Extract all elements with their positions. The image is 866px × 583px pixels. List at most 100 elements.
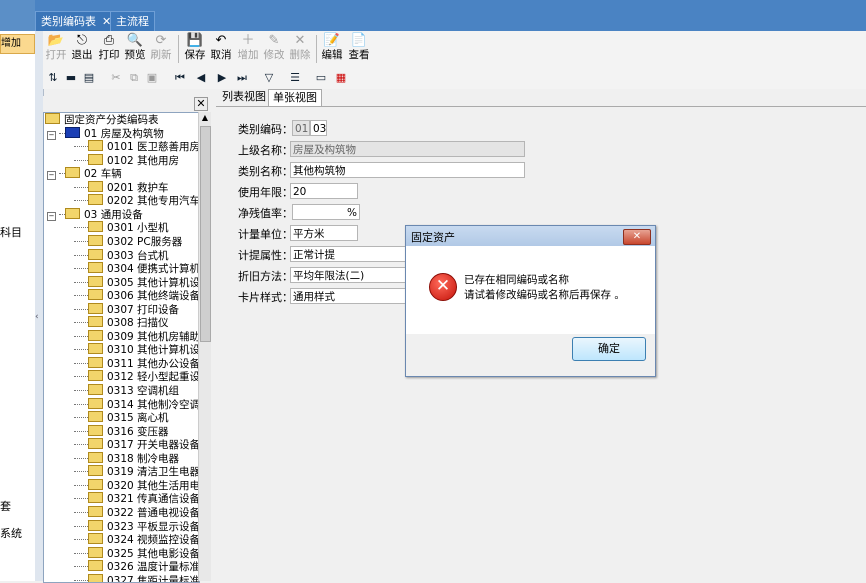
tree-item[interactable]: 0320 其他生活用电器 (74, 479, 200, 492)
code-field[interactable]: 03 (310, 120, 327, 136)
tree-item[interactable]: 0318 制冷电器 (74, 452, 179, 465)
tab-list-view[interactable]: 列表视图 (218, 89, 270, 105)
tree-item[interactable]: 0314 其他制冷空调设备 (74, 398, 200, 411)
left-nav-item-set[interactable]: 套 (0, 498, 11, 514)
accrual-select[interactable]: 正常计提 (290, 246, 410, 262)
folder-icon (88, 560, 103, 571)
list-icon[interactable]: ☰ (287, 70, 303, 86)
tree-close-icon[interactable]: ✕ (194, 97, 208, 111)
tree-item-label: 0314 其他制冷空调设备 (107, 399, 200, 411)
tree-item[interactable]: 0307 打印设备 (74, 303, 179, 316)
tree-item[interactable]: 0302 PC服务器 (74, 235, 182, 248)
tree-item[interactable]: 0304 便携式计算机 (74, 262, 199, 275)
tree-item[interactable]: 0316 变压器 (74, 425, 169, 438)
tree-item[interactable]: 0201 救护车 (74, 181, 169, 194)
delete-button[interactable]: ✕ 删除 (287, 33, 313, 65)
tree-item[interactable]: 0306 其他终端设备 (74, 289, 199, 302)
tree-item[interactable]: 0309 其他机房辅助设备 (74, 330, 199, 343)
tree-group-1[interactable]: − 02 车辆 (47, 167, 122, 180)
tree-item[interactable]: 0317 开关电器设备 (74, 438, 199, 451)
tree-item-label: 0324 视频监控设备 (107, 534, 200, 546)
exit-button[interactable]: ⎋ 退出 (69, 33, 95, 65)
tree-item[interactable]: 0102 其他用房 (74, 154, 179, 167)
tree-scrollbar[interactable]: ▲ (198, 112, 211, 581)
cut-icon[interactable]: ✂ (108, 70, 124, 86)
window-icon[interactable]: ▭ (313, 70, 329, 86)
tree-item-label: 0101 医卫慈善用房 (107, 141, 200, 153)
copy-pages-icon[interactable]: ▤ (81, 70, 97, 86)
tree-group-0[interactable]: − 01 房屋及构筑物 (47, 127, 164, 140)
tree-item[interactable]: 0303 台式机 (74, 249, 169, 262)
tree-item[interactable]: 0321 传真通信设备 (74, 492, 199, 505)
dialog-message-line1: 已存在相同编码或名称 (464, 274, 569, 286)
add-button[interactable]: ＋增加 (235, 33, 261, 65)
tree-item[interactable]: 0202 其他专用汽车 (74, 194, 199, 207)
left-nav-item-system[interactable]: 系统 (0, 525, 22, 541)
first-record-icon[interactable]: ⏮ (172, 70, 188, 86)
tree-item[interactable]: 0305 其他计算机设备 (74, 276, 199, 289)
ok-button[interactable]: 确定 (572, 337, 646, 361)
last-record-icon[interactable]: ⏭ (234, 70, 250, 86)
tree-item[interactable]: 0327 焦距计量标准 (74, 574, 199, 582)
paste-icon[interactable]: ▣ (144, 70, 160, 86)
tree-item[interactable]: 0323 平板显示设备 (74, 520, 199, 533)
previous-record-icon[interactable]: ◀ (193, 70, 209, 86)
tab-category-code-table[interactable]: 类别编码表 ✕ (35, 11, 118, 31)
scrollbar-thumb[interactable] (200, 126, 211, 342)
tree-item[interactable]: 0319 清洁卫生电器 (74, 465, 199, 478)
card-icon[interactable]: ▬ (63, 70, 79, 86)
residual-rate-field[interactable]: % (292, 204, 360, 220)
tree-expand-icon[interactable]: ⇅ (45, 70, 61, 86)
tree-item[interactable]: 0308 扫描仪 (74, 316, 169, 329)
preview-button[interactable]: 🔍 预览 (122, 33, 148, 65)
view-button[interactable]: 📄 查看 (346, 33, 372, 65)
open-button[interactable]: 📂 打开 (43, 33, 69, 65)
next-record-icon[interactable]: ▶ (214, 70, 230, 86)
parent-name-field: 房屋及构筑物 (290, 141, 525, 157)
collapse-icon[interactable]: − (47, 131, 56, 140)
tree-item[interactable]: 0310 其他计算机设备 (74, 343, 199, 356)
tab-main-flow[interactable]: 主流程 (110, 11, 155, 31)
tree-item[interactable]: 0301 小型机 (74, 221, 169, 234)
tree-group-2[interactable]: − 03 通用设备 (47, 208, 143, 221)
tree-item[interactable]: 0315 离心机 (74, 411, 169, 424)
refresh-button[interactable]: ⟳ 刷新 (148, 33, 174, 65)
service-life-field[interactable]: 20 (290, 183, 358, 199)
tree-item[interactable]: 0312 轻小型起重设备 (74, 370, 199, 383)
tree-item[interactable]: 0324 视频监控设备 (74, 533, 200, 546)
edit-button[interactable]: 📝 编辑 (319, 33, 345, 65)
filter-icon[interactable]: ▽ (261, 70, 277, 86)
cancel-button[interactable]: ↶ 取消 (208, 33, 234, 65)
save-button[interactable]: 💾 保存 (182, 33, 208, 65)
tab-card-view[interactable]: 单张视图 (268, 89, 322, 106)
folder-icon (88, 357, 103, 368)
tree-item[interactable]: 0313 空调机组 (74, 384, 179, 397)
card-style-select[interactable]: 通用样式 (290, 288, 410, 304)
tree-item[interactable]: 0311 其他办公设备 (74, 357, 199, 370)
depreciation-method-select[interactable]: 平均年限法(二) (290, 267, 410, 283)
left-nav-selected-item[interactable]: 增加 (0, 34, 35, 54)
collapse-icon[interactable]: − (47, 212, 56, 221)
tree-item[interactable]: 0322 普通电视设备 (74, 506, 199, 519)
category-tree[interactable]: 固定资产分类编码表 −01 房屋及构筑物 0101 医卫慈善用房 0102 其他用房 −… (43, 112, 200, 583)
copy-icon[interactable]: ⧉ (126, 70, 142, 86)
unit-field[interactable]: 平方米 (290, 225, 358, 241)
left-nav-item-subject[interactable]: 科目 (0, 224, 22, 240)
tree-item-label: 0320 其他生活用电器 (107, 480, 200, 492)
refresh-label: 刷新 (150, 49, 172, 61)
folder-icon (88, 574, 103, 582)
tree-item[interactable]: 0325 其他电影设备 (74, 547, 199, 560)
tree-group-label: 02 车辆 (84, 168, 122, 180)
tree-root[interactable]: 固定资产分类编码表 (45, 113, 159, 126)
grid-icon[interactable]: ▦ (333, 70, 349, 86)
scroll-up-icon[interactable]: ▲ (199, 112, 211, 124)
tree-item[interactable]: 0326 温度计量标准器具 (74, 560, 199, 573)
print-button[interactable]: ⎙ 打印 (96, 33, 122, 65)
collapse-icon[interactable]: − (47, 171, 56, 180)
dialog-close-icon[interactable]: ✕ (623, 229, 651, 245)
modify-button[interactable]: ✎ 修改 (261, 33, 287, 65)
document-tab-bar: 类别编码表 ✕ 主流程 (35, 0, 866, 31)
modify-label: 修改 (263, 49, 285, 61)
category-name-field[interactable]: 其他构筑物 (290, 162, 525, 178)
tree-item[interactable]: 0101 医卫慈善用房 (74, 140, 200, 153)
